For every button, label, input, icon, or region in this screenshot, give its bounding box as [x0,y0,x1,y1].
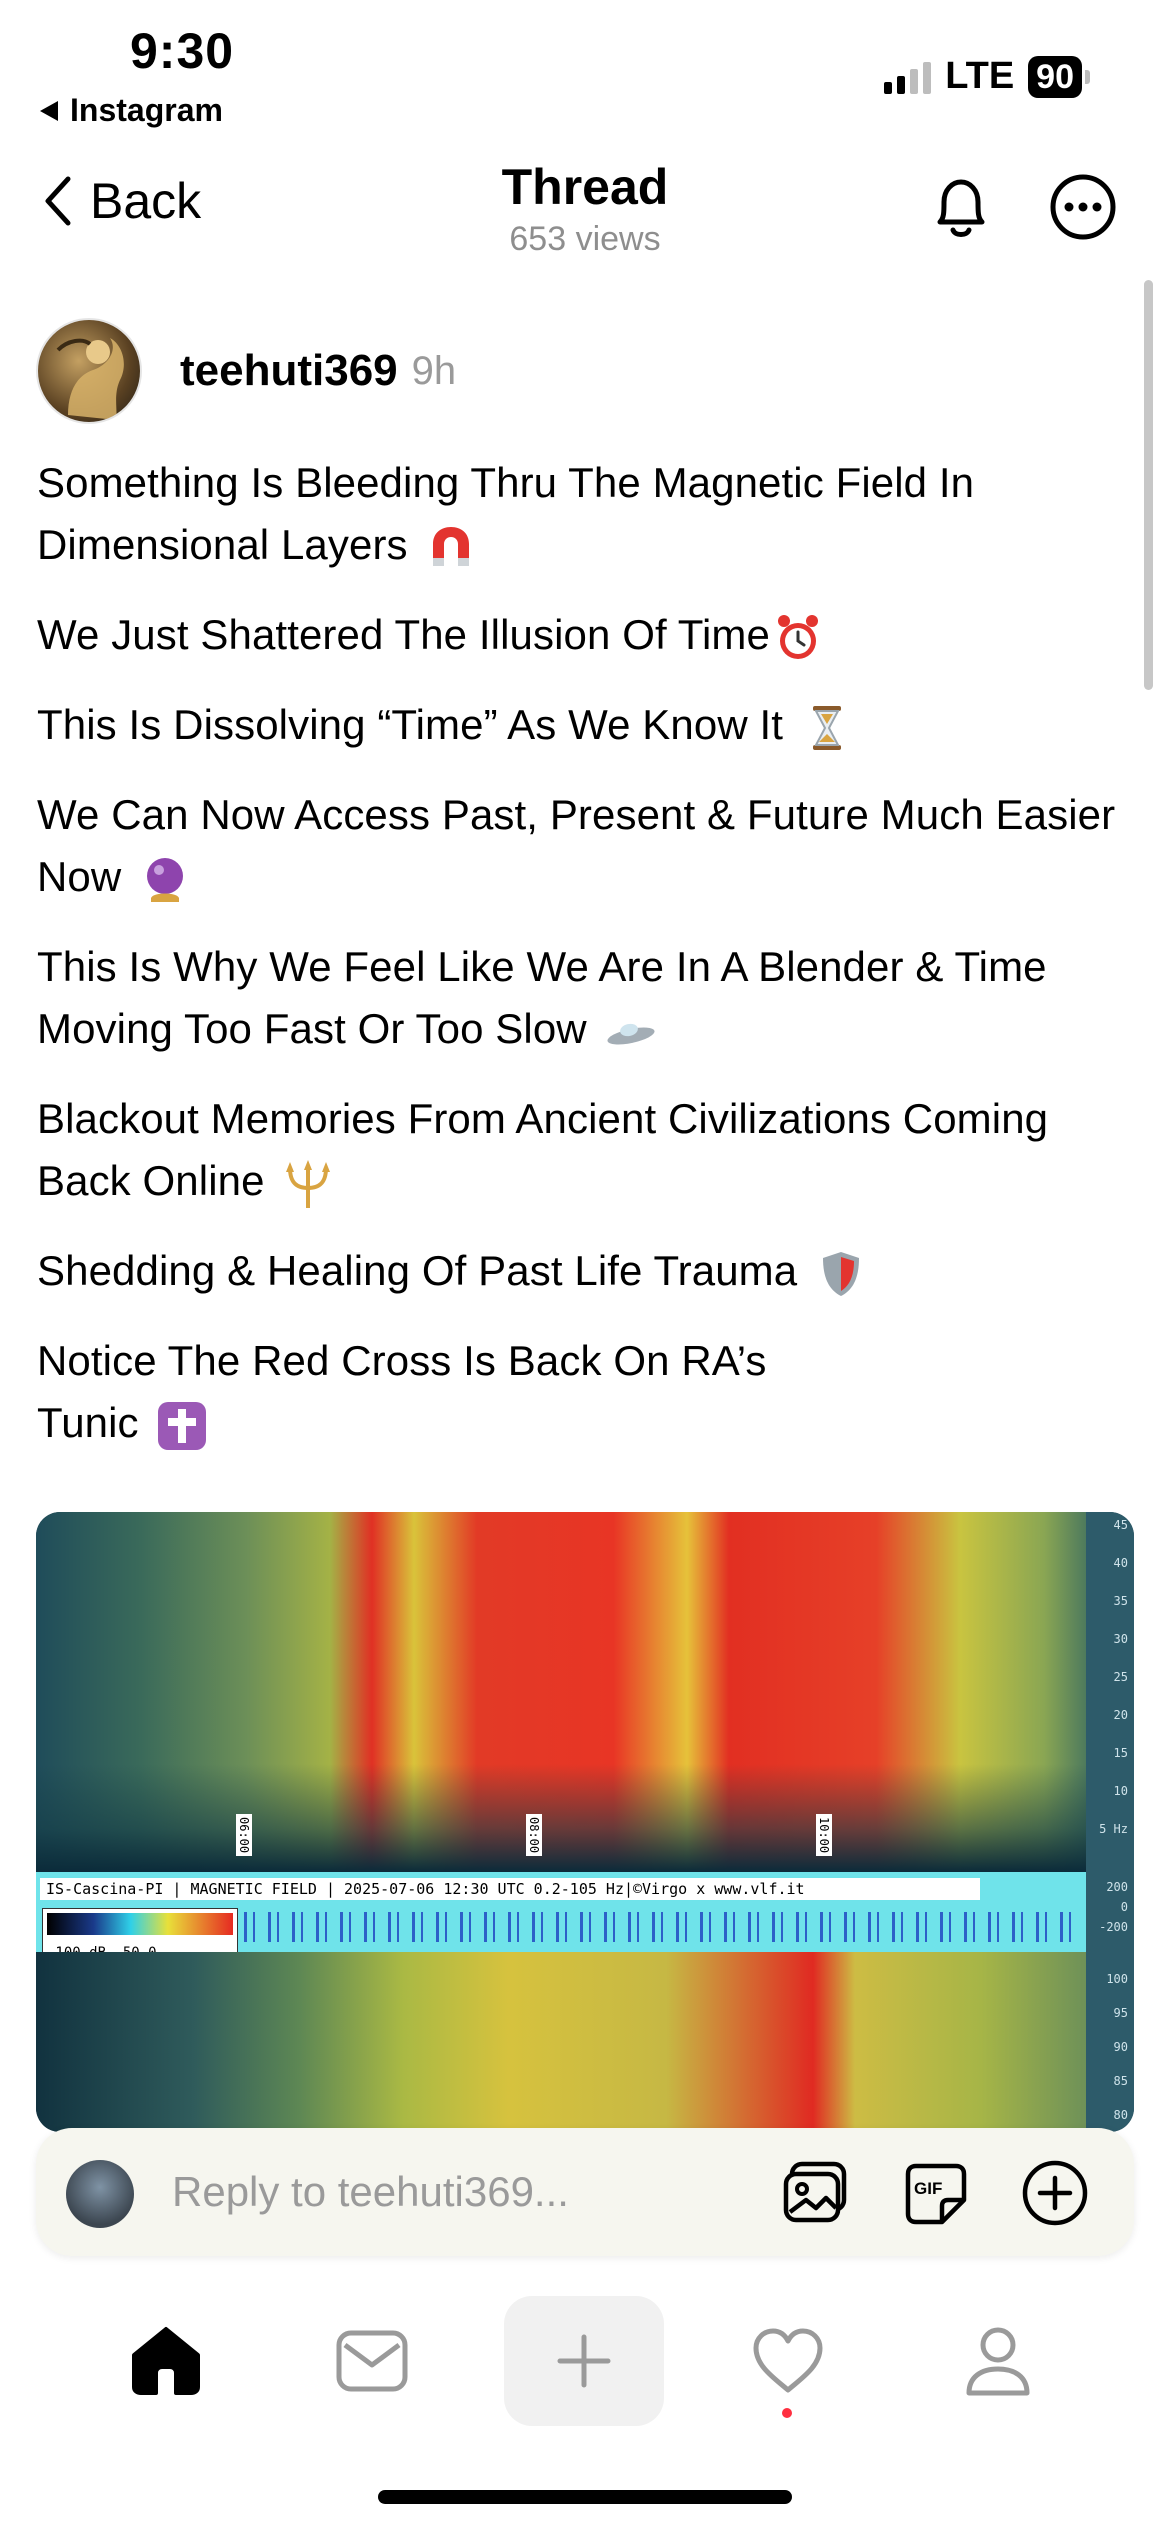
post-line: We Just Shattered The Illusion Of Time [37,604,1137,666]
more-options-button[interactable] [1048,172,1118,247]
time-mark: 06:00 [236,1814,252,1857]
time-mark: 08:00 [526,1814,542,1857]
alarm-clock-icon [777,614,818,659]
username[interactable]: teehuti369 [180,346,398,396]
profile-icon [966,2327,1030,2396]
spectrogram-caption: IS-Cascina-PI | MAGNETIC FIELD | 2025-07… [40,1878,980,1900]
plus-circle-icon [1022,2160,1088,2226]
attach-photo-button[interactable] [782,2160,850,2231]
flying-saucer-icon [606,1023,655,1045]
crystal-ball-icon [147,857,184,902]
signal-icon [884,60,932,94]
chevron-left-icon [45,176,71,226]
page-title: Thread [501,159,669,215]
view-count: 653 views [509,220,661,258]
post-line: This Is Dissolving “Time” As We Know It [37,694,1137,756]
svg-text:GIF: GIF [914,2179,942,2198]
back-to-app-link[interactable]: Instagram [38,92,223,129]
back-label: Back [90,173,202,229]
time-mark: 10:00 [816,1814,832,1857]
post-line: This Is Why We Feel Like We Are In A Ble… [37,936,1137,1060]
thread-header: Back Thread 653 views [0,150,1170,270]
post-line: Notice The Red Cross Is Back On RA’s Tun… [37,1330,857,1454]
post-image-spectrogram[interactable]: IS-Cascina-PI | MAGNETIC FIELD | 2025-07… [36,1512,1134,2132]
tab-create[interactable] [504,2296,664,2426]
magnet-icon [433,526,470,566]
back-button[interactable]: Back [42,172,201,230]
scrollbar[interactable] [1144,280,1153,690]
photo-icon [783,2161,847,2223]
battery-level: 90 [1028,55,1082,98]
bottom-tab-bar [0,2296,1170,2446]
post-line: Something Is Bleeding Thru The Magnetic … [37,452,1137,576]
spectrogram-axis: 45 40 35 30 25 20 15 10 5 Hz 200 0 -200 … [1086,1512,1134,2132]
post-author[interactable]: teehuti369 9h [36,318,456,424]
status-time: 9:30 [130,23,235,79]
avatar[interactable] [36,318,142,424]
home-icon [132,2327,200,2395]
status-indicators: LTE 90 [884,55,1090,98]
tab-activity[interactable] [708,2296,868,2426]
back-triangle-icon [40,100,58,121]
post-text: Something Is Bleeding Thru The Magnetic … [37,452,1137,1482]
activity-icon [753,2328,823,2393]
reply-composer[interactable]: Reply to teehuti369... GIF [36,2128,1134,2256]
tab-messages[interactable] [292,2296,452,2426]
spectrogram-lower [36,1952,1086,2132]
shield-icon [823,1251,860,1296]
cross-icon [158,1401,207,1450]
more-horizontal-icon [1050,174,1116,240]
status-bar: 9:30 Instagram LTE 90 [0,0,1170,140]
title-block: Thread 653 views [385,158,785,259]
trident-icon [286,1159,331,1208]
gif-icon: GIF [905,2163,967,2225]
create-icon [557,2334,611,2388]
home-indicator[interactable] [378,2490,792,2504]
post-line: We Can Now Access Past, Present & Future… [37,784,1137,908]
attach-gif-button[interactable]: GIF [902,2160,970,2233]
tab-home[interactable] [86,2296,246,2426]
post-time: 9h [411,348,457,393]
add-attachment-button[interactable] [1020,2158,1090,2233]
spectrogram-upper [36,1512,1086,1872]
tab-profile[interactable] [918,2296,1078,2426]
hourglass-icon [812,705,841,750]
battery-icon: 90 [1028,55,1090,98]
notification-dot [782,2408,792,2418]
notification-bell-button[interactable] [928,172,994,247]
reply-input[interactable]: Reply to teehuti369... [172,2168,569,2216]
spectrogram-waveform [196,1912,1076,1942]
network-type: LTE [945,55,1015,97]
avatar [66,2160,134,2228]
back-app-label: Instagram [70,92,223,128]
messages-icon [336,2330,408,2392]
bell-icon [937,179,985,237]
post-line: Shedding & Healing Of Past Life Trauma [37,1240,1137,1302]
post-line: Blackout Memories From Ancient Civilizat… [37,1088,1137,1212]
